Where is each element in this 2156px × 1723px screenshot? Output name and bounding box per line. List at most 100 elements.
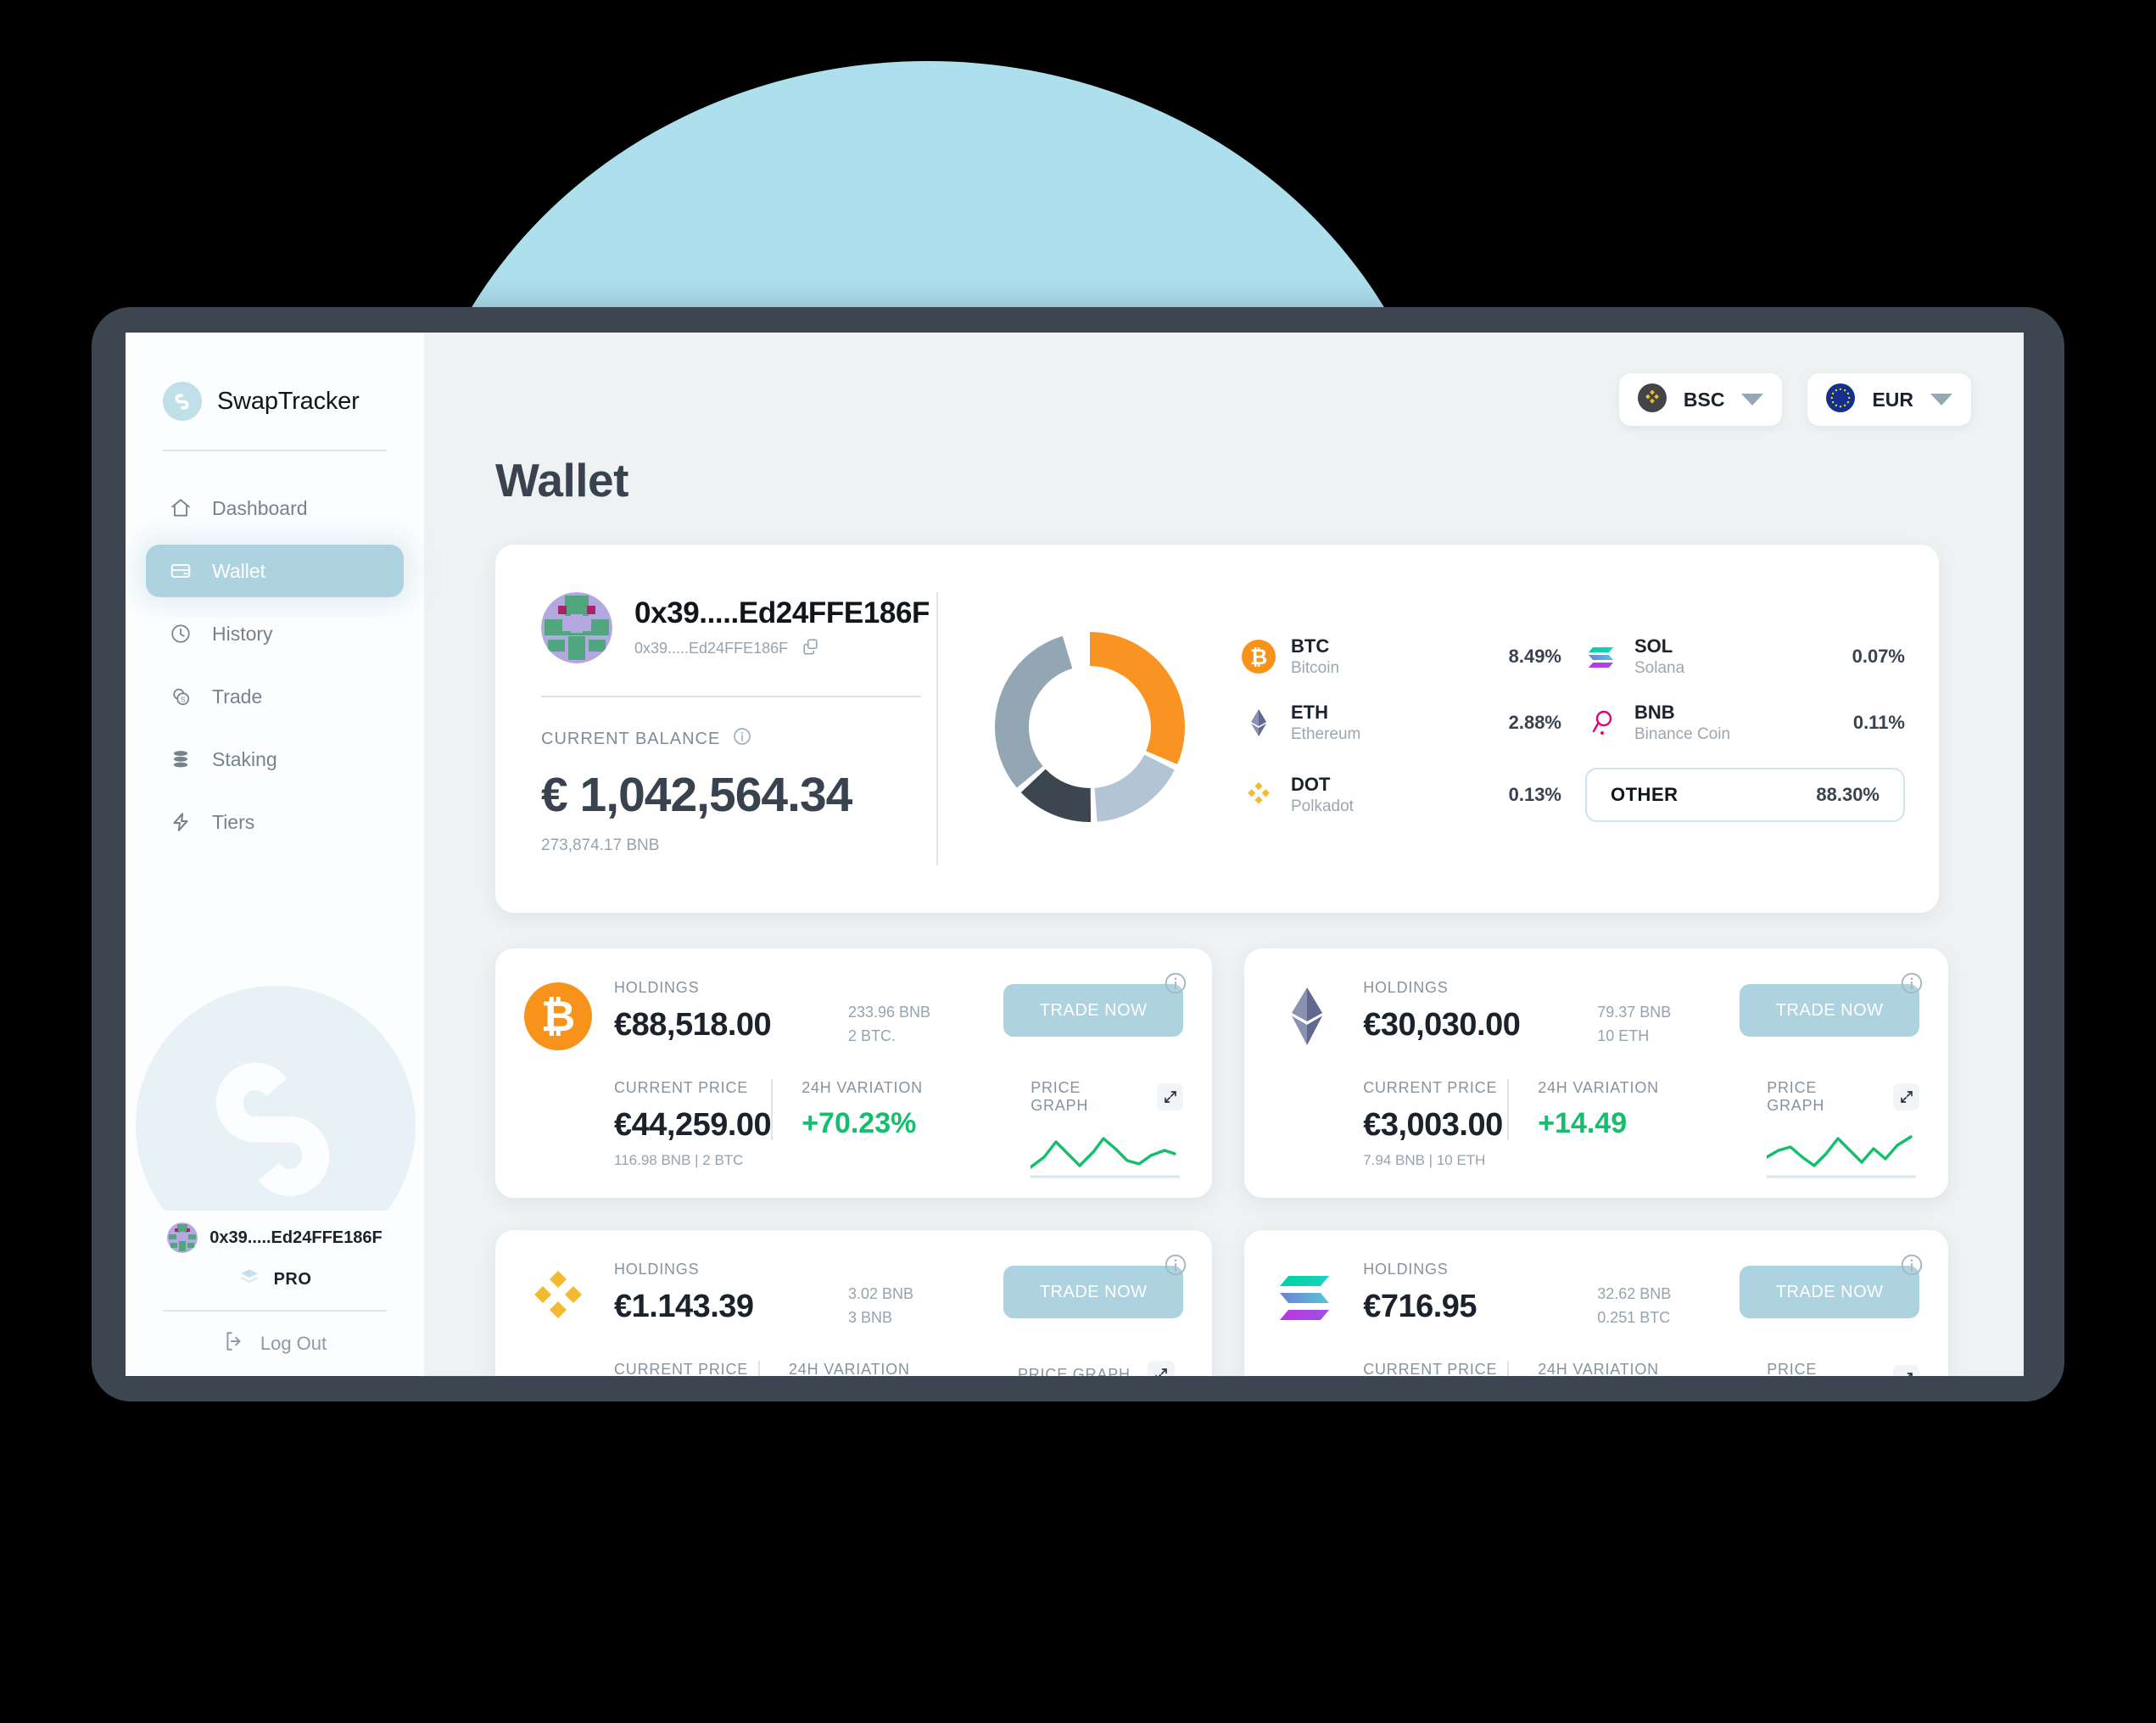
sidebar-user[interactable]: 0x39.....Ed24FFE186F <box>163 1211 387 1253</box>
trade-now-button[interactable]: TRADE NOW <box>1740 1266 1920 1318</box>
info-icon[interactable] <box>1163 971 1188 996</box>
current-price-label: CURRENT PRICE <box>614 1079 749 1096</box>
expand-icon[interactable] <box>1893 1365 1920 1376</box>
summary-divider-horizontal <box>541 696 921 697</box>
account-row: 0x39.....Ed24FFE186F 0x39.....Ed24FFE186… <box>541 592 936 663</box>
amount-primary: 32.62 BNB <box>1597 1285 1672 1302</box>
lightning-bolt-icon <box>170 811 192 833</box>
asset-card-bottom: CURRENT PRICE €3,003.00 7.94 BNB | 10 ET… <box>1273 1079 1920 1184</box>
trade-now-button[interactable]: TRADE NOW <box>1740 984 1920 1037</box>
sidebar-item-wallet[interactable]: Wallet <box>146 545 404 597</box>
chevron-down-icon <box>1741 394 1764 406</box>
svg-text:S: S <box>181 696 186 704</box>
bitcoin-icon: ₿ <box>524 982 592 1050</box>
trade-now-button[interactable]: TRADE NOW <box>1003 984 1184 1037</box>
amount-secondary: 2 BTC. <box>848 1027 896 1044</box>
info-icon[interactable] <box>1163 1252 1188 1278</box>
legend-name: Ethereum <box>1291 725 1361 743</box>
holdings-value: €716.95 <box>1363 1289 1477 1324</box>
asset-card-bnb: HOLDINGS €1.143.39 3.02 BNB 3 BNB TRADE … <box>495 1230 1213 1376</box>
balance-label-row: CURRENT BALANCE <box>541 726 936 752</box>
legend-name: Bitcoin <box>1291 659 1340 677</box>
sidebar-divider <box>163 450 387 451</box>
account-address-row: 0x39.....Ed24FFE186F <box>634 637 930 660</box>
sidebar-item-dashboard[interactable]: Dashboard <box>146 482 404 534</box>
legend-symbol: SOL <box>1634 635 1673 657</box>
asset-price: CURRENT PRICE €3,003.00 7.94 BNB | 10 ET… <box>1273 1079 1507 1169</box>
network-selector[interactable]: BSC <box>1618 373 1783 426</box>
current-price-sub: 116.98 BNB | 2 BTC <box>614 1152 744 1168</box>
logout-icon <box>223 1330 245 1357</box>
asset-holdings: HOLDINGS €716.95 <box>1363 1261 1575 1325</box>
variation-label: 24H VARIATION <box>1538 1079 1659 1096</box>
tier-badge: PRO <box>163 1267 387 1293</box>
amount-secondary: 10 ETH <box>1597 1027 1650 1044</box>
legend-name: Solana <box>1634 659 1685 677</box>
info-icon[interactable] <box>1899 971 1924 996</box>
legend-item-sol: SOL Solana 0.07% <box>1585 635 1905 678</box>
wallet-card-icon <box>170 560 192 582</box>
ethereum-icon <box>1273 982 1341 1050</box>
variation-label: 24H VARIATION <box>802 1079 923 1096</box>
tier-label: PRO <box>273 1270 312 1289</box>
wallet-summary-left: 0x39.....Ed24FFE186F 0x39.....Ed24FFE186… <box>495 545 936 913</box>
sidebar-item-label: Dashboard <box>212 496 308 519</box>
chevron-down-icon <box>1930 394 1952 406</box>
sidebar-item-label: Tiers <box>212 810 255 833</box>
sidebar-item-staking[interactable]: Staking <box>146 733 404 786</box>
legend-text: DOT Polkadot <box>1291 774 1494 816</box>
legend-symbol: DOT <box>1291 774 1331 795</box>
expand-icon[interactable] <box>1147 1361 1175 1376</box>
asset-variation: 24H VARIATION +14.49 <box>1507 1079 1762 1140</box>
account-identity: 0x39.....Ed24FFE186F 0x39.....Ed24FFE186… <box>634 596 930 660</box>
sparkline <box>1031 1137 1181 1178</box>
legend-name: Binance Coin <box>1634 725 1731 743</box>
expand-icon[interactable] <box>1157 1083 1184 1110</box>
logout-label: Log Out <box>260 1333 327 1354</box>
info-icon[interactable] <box>732 726 752 752</box>
price-graph-header: PRICE GRAPH <box>1031 1079 1184 1115</box>
legend-item-dot: BNB Binance Coin 0.11% <box>1585 702 1905 744</box>
asset-card-bottom: CURRENT PRICE €143.39 0.38 BNB | 5 SOLT … <box>1273 1361 1920 1376</box>
holdings-value: €88,518.00 <box>614 1007 772 1043</box>
amount-secondary: 0.251 BTC <box>1597 1308 1671 1326</box>
sidebar-item-label: Trade <box>212 685 263 708</box>
info-icon[interactable] <box>1899 1252 1924 1278</box>
expand-icon[interactable] <box>1893 1083 1920 1110</box>
legend-percent: 8.49% <box>1508 646 1561 667</box>
sidebar-item-label: Staking <box>212 747 277 770</box>
current-price-value: €44,259.00 <box>614 1107 772 1143</box>
asset-card-bottom: CURRENT PRICE €44,259.00 116.98 BNB | 2 … <box>524 1079 1184 1184</box>
currency-selector[interactable]: EUR <box>1807 373 1971 426</box>
legend-other-label: OTHER <box>1611 784 1678 805</box>
legend-percent: 2.88% <box>1508 712 1561 733</box>
eu-flag-icon <box>1826 383 1856 417</box>
identicon-avatar <box>541 592 612 663</box>
wallet-summary-card: 0x39.....Ed24FFE186F 0x39.....Ed24FFE186… <box>495 545 1939 913</box>
layers-icon <box>238 1267 260 1293</box>
trade-now-button[interactable]: TRADE NOW <box>1003 1266 1184 1318</box>
binance-chain-icon <box>1637 383 1667 417</box>
copy-icon[interactable] <box>802 637 820 660</box>
page-title: Wallet <box>495 454 628 506</box>
price-graph-header: PRICE GRAPH <box>1018 1361 1183 1376</box>
sidebar-footer-divider <box>163 1310 387 1312</box>
legend-item-other[interactable]: OTHER 88.30% <box>1585 768 1905 822</box>
balance-value: € 1,042,564.34 <box>541 768 852 822</box>
brand-logo[interactable]: SwapTracker <box>126 333 424 421</box>
asset-price-graph: PRICE GRAPH <box>1762 1361 1920 1376</box>
legend-text: ETH Ethereum <box>1291 702 1494 744</box>
logout-button[interactable]: Log Out <box>163 1330 387 1357</box>
asset-amounts: 3.02 BNB 3 BNB <box>848 1261 981 1330</box>
clock-icon <box>170 623 192 645</box>
asset-price: CURRENT PRICE €143.39 0.38 BNB | 5 SOLT <box>1273 1361 1507 1376</box>
legend-symbol: BTC <box>1291 635 1330 657</box>
legend-item-btc: ₿ BTC Bitcoin 8.49% <box>1242 635 1561 678</box>
sidebar-item-tiers[interactable]: Tiers <box>146 796 404 848</box>
sidebar-item-trade[interactable]: S Trade <box>146 670 404 723</box>
network-selector-label: BSC <box>1683 388 1725 411</box>
balance-label: CURRENT BALANCE <box>541 729 721 748</box>
asset-amounts: 79.37 BNB 10 ETH <box>1597 979 1718 1049</box>
legend-symbol: BNB <box>1634 702 1675 723</box>
sidebar-item-history[interactable]: History <box>146 607 404 660</box>
